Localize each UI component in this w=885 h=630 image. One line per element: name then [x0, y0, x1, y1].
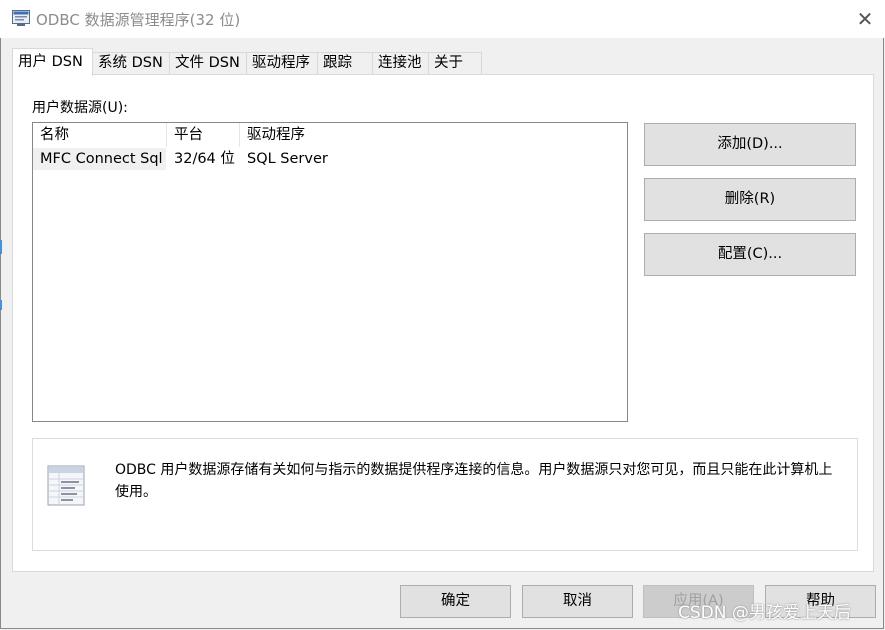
tab-system-dsn[interactable]: 系统 DSN [92, 52, 170, 74]
list-header: 名称 平台 驱动程序 [33, 123, 627, 147]
user-dsn-panel: 用户数据源(U): 名称 平台 驱动程序 MFC Connect Sql 32/… [12, 74, 874, 572]
row-platform: 32/64 位 [174, 151, 235, 167]
column-header-name[interactable]: 名称 [33, 123, 167, 147]
tab-user-dsn[interactable]: 用户 DSN [12, 48, 93, 76]
row-name: MFC Connect Sql [33, 148, 166, 170]
add-button[interactable]: 添加(D)... [644, 123, 856, 166]
left-edge-mark [0, 240, 2, 254]
data-source-list[interactable]: 名称 平台 驱动程序 MFC Connect Sql 32/64 位 SQL S… [32, 122, 628, 422]
tab-tracing[interactable]: 跟踪 [317, 52, 373, 74]
left-edge-mark [0, 300, 2, 310]
database-document-icon [47, 465, 85, 506]
column-header-driver[interactable]: 驱动程序 [240, 123, 627, 147]
title-bar[interactable]: ODBC 数据源管理程序(32 位) ✕ [0, 0, 885, 38]
close-icon[interactable]: ✕ [850, 6, 880, 32]
table-row[interactable]: MFC Connect Sql 32/64 位 SQL Server [33, 148, 627, 170]
ok-button[interactable]: 确定 [400, 585, 511, 618]
configure-button[interactable]: 配置(C)... [644, 233, 856, 276]
tab-file-dsn[interactable]: 文件 DSN [169, 52, 247, 74]
tab-drivers[interactable]: 驱动程序 [246, 52, 318, 74]
cancel-button[interactable]: 取消 [522, 585, 633, 618]
row-driver: SQL Server [247, 151, 328, 167]
tab-about[interactable]: 关于 [428, 52, 482, 74]
info-text: ODBC 用户数据源存储有关如何与指示的数据提供程序连接的信息。用户数据源只对您… [115, 462, 833, 500]
window-title: ODBC 数据源管理程序(32 位) [36, 11, 241, 29]
remove-button[interactable]: 删除(R) [644, 178, 856, 221]
tab-connection-pooling[interactable]: 连接池 [372, 52, 429, 74]
watermark: CSDN @男孩爱上天后 [678, 603, 851, 623]
column-header-platform[interactable]: 平台 [167, 123, 240, 147]
info-box: ODBC 用户数据源存储有关如何与指示的数据提供程序连接的信息。用户数据源只对您… [32, 438, 858, 551]
odbc-admin-icon [12, 10, 30, 26]
user-data-sources-label: 用户数据源(U): [32, 100, 128, 116]
